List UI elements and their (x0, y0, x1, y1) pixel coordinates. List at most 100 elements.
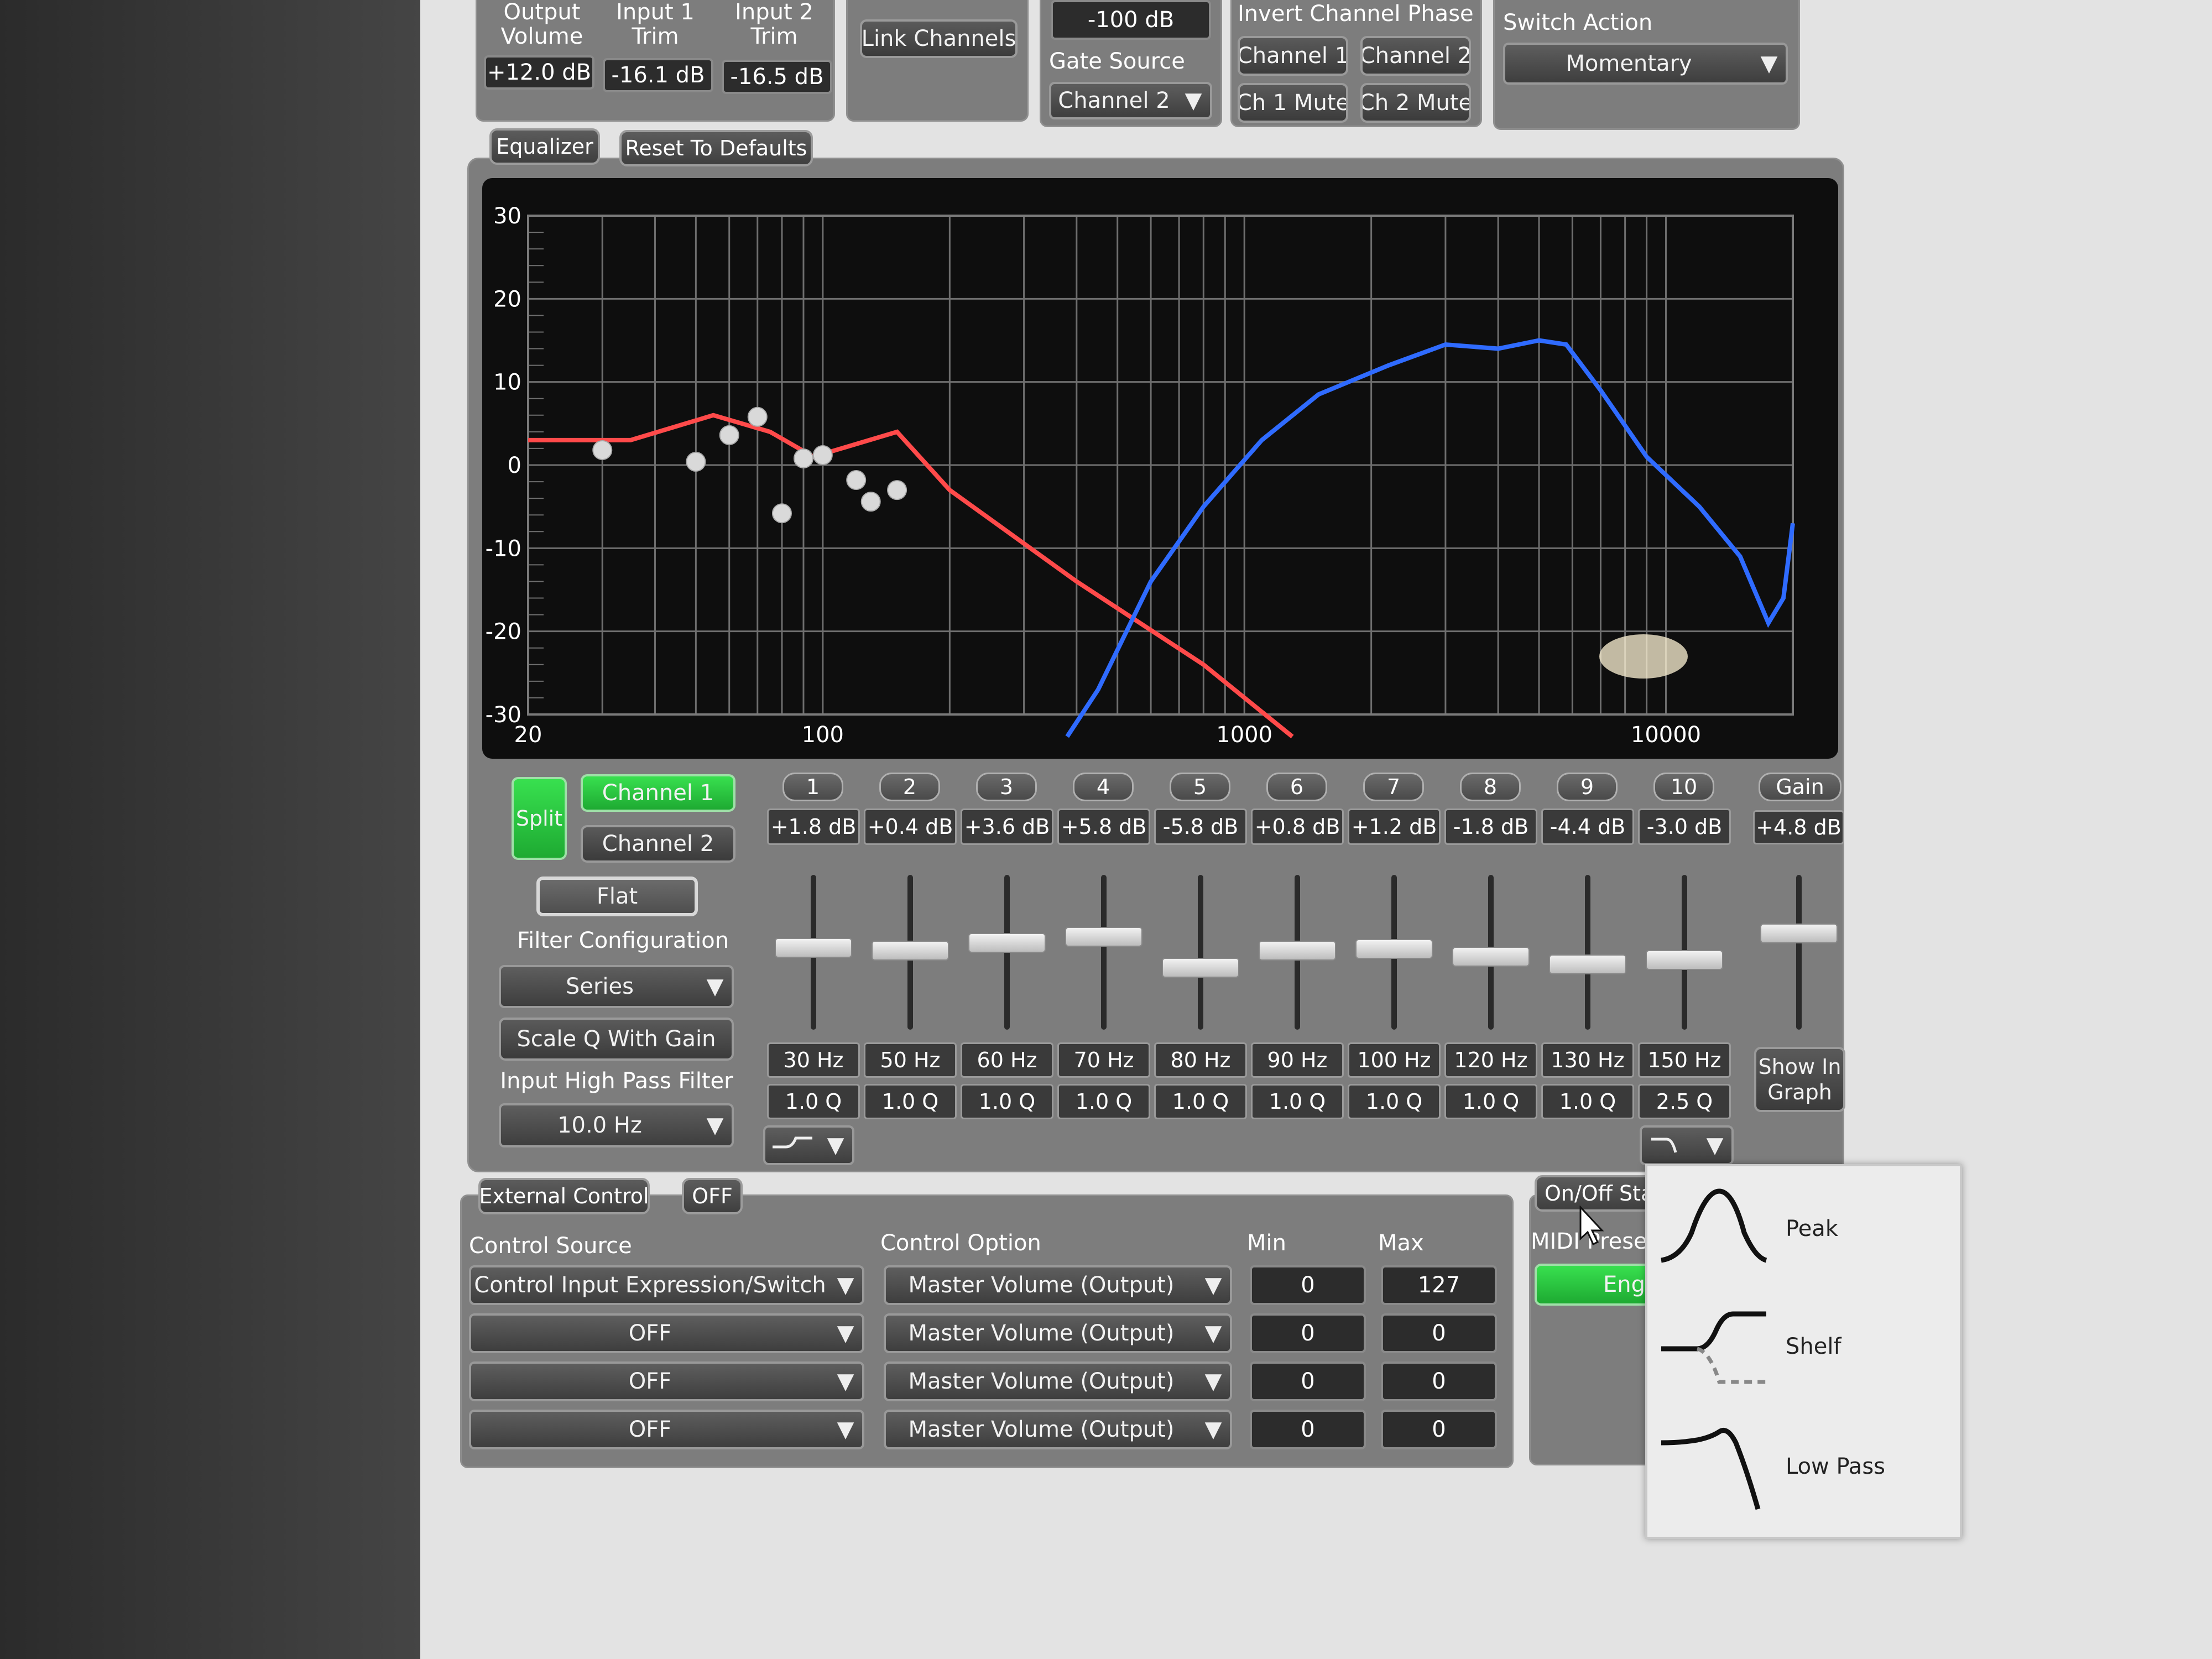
band-q-field[interactable]: 2.5 Q (1638, 1084, 1731, 1119)
band-slider-thumb[interactable] (1355, 939, 1433, 959)
band-point[interactable] (686, 451, 706, 472)
band-point[interactable] (747, 406, 768, 427)
scale-q-with-gain-button[interactable]: Scale Q With Gain (499, 1018, 734, 1061)
band1-filter-type-dropdown[interactable]: ▼ (763, 1125, 854, 1165)
band-gain-field[interactable]: +3.6 dB (961, 808, 1053, 845)
band-frequency-field[interactable]: 70 Hz (1057, 1042, 1150, 1078)
show-in-graph-button[interactable]: Show In Graph (1754, 1047, 1845, 1112)
control-option-dropdown[interactable]: Master Volume (Output) ▼ (884, 1265, 1232, 1305)
output-volume-field[interactable]: +12.0 dB (484, 55, 594, 90)
band-number[interactable]: 10 (1653, 773, 1714, 801)
channel2-select-button[interactable]: Channel 2 (581, 825, 735, 863)
band-number[interactable]: 6 (1266, 773, 1327, 801)
band-number[interactable]: 5 (1170, 773, 1230, 801)
input-hpf-dropdown[interactable]: 10.0 Hz ▼ (499, 1103, 734, 1147)
band-slider-thumb[interactable] (1065, 927, 1142, 947)
band-frequency-field[interactable]: 100 Hz (1348, 1042, 1441, 1078)
band-slider-thumb[interactable] (1162, 958, 1239, 978)
band-frequency-field[interactable]: 120 Hz (1444, 1042, 1537, 1078)
gain-slider-thumb[interactable] (1760, 924, 1838, 944)
split-button[interactable]: Split (512, 777, 567, 860)
max-value-field[interactable]: 0 (1381, 1361, 1497, 1401)
band-number[interactable]: 7 (1363, 773, 1424, 801)
band-gain-field[interactable]: +1.2 dB (1348, 808, 1441, 845)
control-option-dropdown[interactable]: Master Volume (Output) ▼ (884, 1361, 1232, 1401)
band-slider-thumb[interactable] (1646, 950, 1723, 970)
band-point[interactable] (887, 480, 907, 500)
max-value-field[interactable]: 127 (1381, 1265, 1497, 1305)
band-number[interactable]: 3 (976, 773, 1037, 801)
band-frequency-field[interactable]: 130 Hz (1541, 1042, 1634, 1078)
band-number[interactable]: 4 (1073, 773, 1134, 801)
band-number[interactable]: 9 (1557, 773, 1618, 801)
min-value-field[interactable]: 0 (1250, 1410, 1366, 1449)
band-slider-thumb[interactable] (775, 937, 852, 958)
popup-item-peak[interactable]: Peak (1647, 1166, 1960, 1285)
band-gain-field[interactable]: -4.4 dB (1541, 808, 1634, 845)
phase-channel2-button[interactable]: Channel 2 (1360, 36, 1471, 76)
ch1-mute-button[interactable]: Ch 1 Mute (1238, 83, 1348, 123)
popup-item-low-pass[interactable]: Low Pass (1647, 1404, 1960, 1523)
input1-trim-field[interactable]: -16.1 dB (603, 58, 713, 92)
reset-defaults-button[interactable]: Reset To Defaults (619, 130, 813, 166)
input2-trim-field[interactable]: -16.5 dB (722, 60, 832, 94)
engage-button[interactable]: Eng (1535, 1264, 1662, 1306)
band-frequency-field[interactable]: 80 Hz (1154, 1042, 1247, 1078)
band10-filter-type-dropdown[interactable]: ▼ (1640, 1125, 1734, 1165)
band-gain-field[interactable]: +1.8 dB (767, 808, 860, 845)
band-slider-thumb[interactable] (1549, 954, 1626, 975)
control-source-dropdown[interactable]: Control Input Expression/Switch ▼ (469, 1265, 864, 1305)
max-value-field[interactable]: 0 (1381, 1410, 1497, 1449)
band-frequency-field[interactable]: 30 Hz (767, 1042, 860, 1078)
control-source-dropdown[interactable]: OFF ▼ (469, 1313, 864, 1353)
band-q-field[interactable]: 1.0 Q (961, 1084, 1053, 1119)
control-source-dropdown[interactable]: OFF ▼ (469, 1361, 864, 1401)
band-gain-field[interactable]: -5.8 dB (1154, 808, 1247, 845)
band-point[interactable] (793, 448, 813, 468)
band-gain-field[interactable]: -1.8 dB (1444, 808, 1537, 845)
phase-channel1-button[interactable]: Channel 1 (1238, 36, 1348, 76)
band-frequency-field[interactable]: 50 Hz (864, 1042, 957, 1078)
band-q-field[interactable]: 1.0 Q (767, 1084, 860, 1119)
band-frequency-field[interactable]: 150 Hz (1638, 1042, 1731, 1078)
band-point[interactable] (812, 445, 833, 465)
band-q-field[interactable]: 1.0 Q (1154, 1084, 1247, 1119)
band-frequency-field[interactable]: 60 Hz (961, 1042, 1053, 1078)
gate-source-dropdown[interactable]: Channel 2 ▼ (1049, 82, 1212, 119)
flat-button[interactable]: Flat (536, 877, 698, 916)
control-option-dropdown[interactable]: Master Volume (Output) ▼ (884, 1410, 1232, 1449)
band-gain-field[interactable]: +5.8 dB (1057, 808, 1150, 845)
band-slider-thumb[interactable] (1259, 941, 1336, 961)
eq-response-graph[interactable]: 3020100-10-20-30 20 100 1000 10000 (482, 178, 1838, 759)
band-point[interactable] (771, 503, 792, 524)
band-number[interactable]: 2 (879, 773, 940, 801)
band-number[interactable]: 8 (1460, 773, 1521, 801)
band-q-field[interactable]: 1.0 Q (1251, 1084, 1344, 1119)
band-gain-field[interactable]: +0.4 dB (864, 808, 957, 845)
band-slider-thumb[interactable] (968, 933, 1046, 953)
popup-item-shelf[interactable]: Shelf (1647, 1285, 1960, 1404)
band-slider-thumb[interactable] (1452, 947, 1530, 967)
filter-configuration-dropdown[interactable]: Series ▼ (499, 965, 734, 1008)
link-channels-button[interactable]: Link Channels (860, 19, 1018, 58)
control-source-dropdown[interactable]: OFF ▼ (469, 1410, 864, 1449)
band-slider-thumb[interactable] (872, 941, 949, 961)
band-gain-field[interactable]: -3.0 dB (1638, 808, 1731, 845)
band-point[interactable] (592, 440, 613, 460)
band-q-field[interactable]: 1.0 Q (1348, 1084, 1441, 1119)
channel1-select-button[interactable]: Channel 1 (581, 774, 735, 812)
band-q-field[interactable]: 1.0 Q (1057, 1084, 1150, 1119)
switch-action-dropdown[interactable]: Momentary ▼ (1503, 43, 1788, 85)
control-option-dropdown[interactable]: Master Volume (Output) ▼ (884, 1313, 1232, 1353)
tab-equalizer[interactable]: Equalizer (489, 128, 600, 165)
gain-value[interactable]: +4.8 dB (1753, 810, 1844, 844)
band-q-field[interactable]: 1.0 Q (1541, 1084, 1634, 1119)
band-number[interactable]: 1 (782, 773, 843, 801)
band-q-field[interactable]: 1.0 Q (1444, 1084, 1537, 1119)
gate-threshold-field[interactable]: -100 dB (1051, 0, 1211, 40)
tab-external-control[interactable]: External Control (478, 1178, 650, 1214)
min-value-field[interactable]: 0 (1250, 1265, 1366, 1305)
max-value-field[interactable]: 0 (1381, 1313, 1497, 1353)
band-gain-field[interactable]: +0.8 dB (1251, 808, 1344, 845)
min-value-field[interactable]: 0 (1250, 1313, 1366, 1353)
